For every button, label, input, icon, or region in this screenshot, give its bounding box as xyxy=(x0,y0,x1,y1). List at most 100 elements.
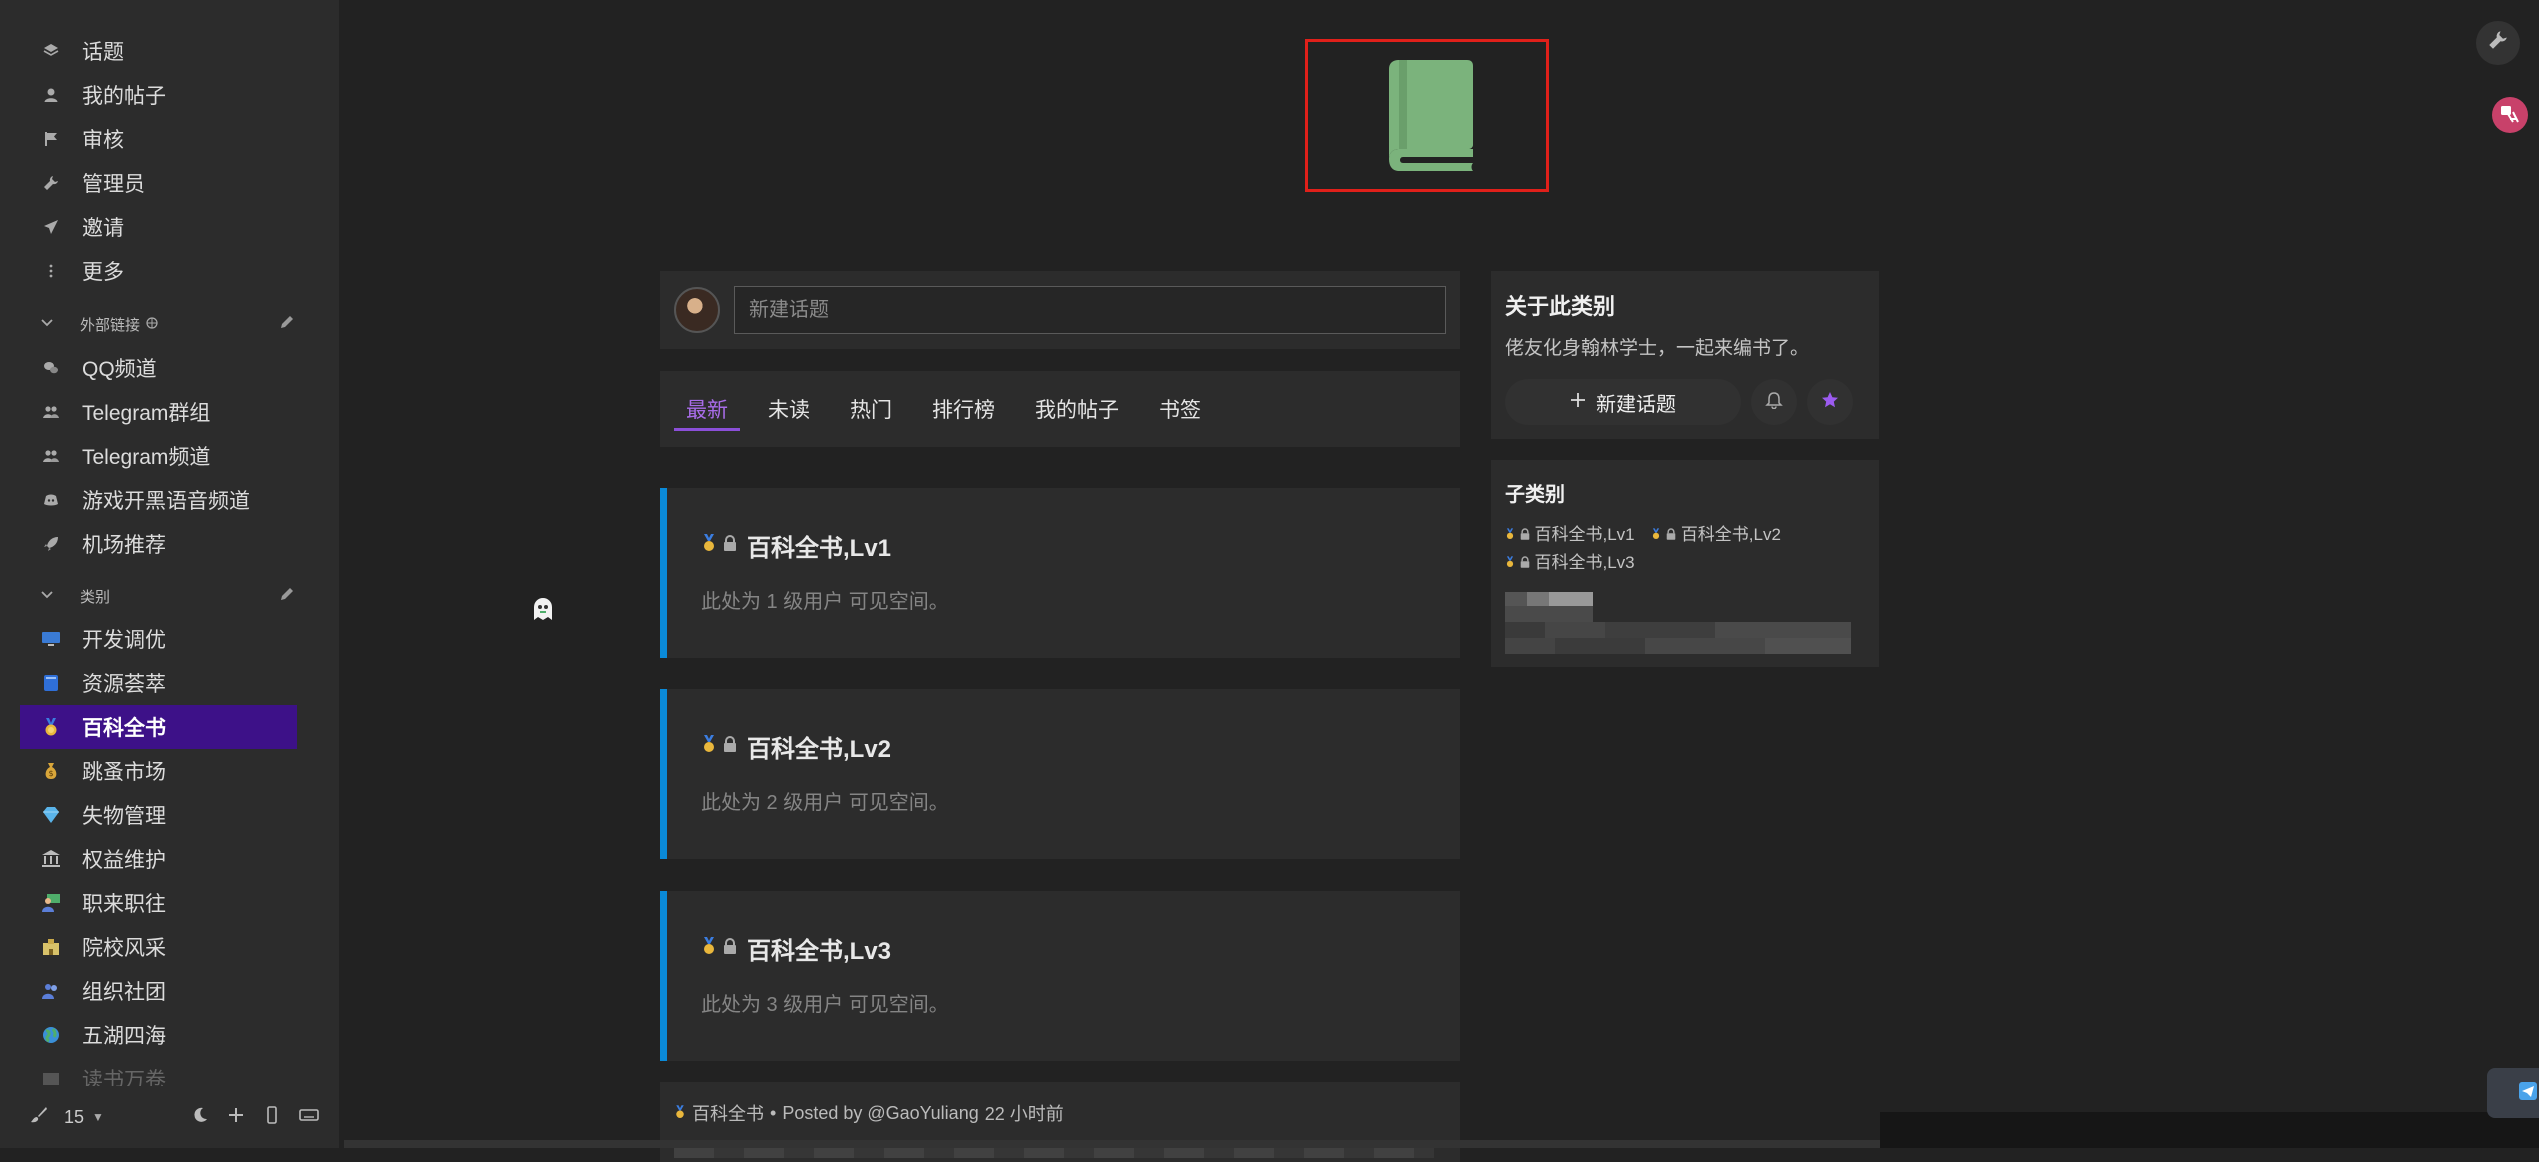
edit-pencil-icon[interactable] xyxy=(279,314,295,335)
moon-icon[interactable] xyxy=(191,1106,209,1129)
post-preview[interactable]: 百科全书 • Posted by @GaoYuliang 22 小时前 xyxy=(660,1082,1460,1162)
pixelated-content xyxy=(1505,592,1851,654)
star-icon xyxy=(1821,391,1839,414)
sidebar-item-label: 开发调优 xyxy=(82,629,166,652)
count-selector[interactable]: 15 ▼ xyxy=(64,1107,104,1128)
translate-icon xyxy=(2499,103,2521,128)
sidebar-item-qq-channel[interactable]: QQ频道 xyxy=(20,346,297,390)
bell-icon xyxy=(1765,391,1783,414)
sidebar-item-invite[interactable]: 邀请 xyxy=(20,205,297,249)
user-icon xyxy=(40,84,62,106)
subcategory-card-lv2[interactable]: 百科全书,Lv2 此处为 2 级用户 可见空间。 xyxy=(660,689,1460,859)
users-icon xyxy=(40,445,62,467)
new-topic-input[interactable] xyxy=(734,286,1446,334)
section-title: 外部链接 xyxy=(80,316,141,334)
new-topic-button[interactable]: 新建话题 xyxy=(1505,379,1741,425)
medal-icon xyxy=(40,716,62,738)
sidebar-category-encyclopedia[interactable]: 百科全书 xyxy=(20,705,297,749)
sidebar-item-review[interactable]: 审核 xyxy=(20,117,297,161)
subcategory-card-lv1[interactable]: 百科全书,Lv1 此处为 1 级用户 可见空间。 xyxy=(660,488,1460,658)
rocket-icon xyxy=(40,533,62,555)
sidebar-item-label: Telegram频道 xyxy=(82,446,211,469)
computer-icon xyxy=(40,628,62,650)
subcategory-link[interactable]: 百科全书,Lv3 xyxy=(1505,553,1641,572)
composer xyxy=(660,271,1460,349)
horizontal-scrollbar[interactable] xyxy=(344,1140,1880,1148)
sidebar-item-label: 机场推荐 xyxy=(82,534,166,557)
medal-icon xyxy=(1653,528,1660,539)
count-value: 15 xyxy=(64,1106,85,1127)
wrench-icon xyxy=(40,172,62,194)
sidebar-item-label: 邀请 xyxy=(82,217,124,240)
telegram-float-button[interactable] xyxy=(2487,1068,2539,1118)
lock-icon xyxy=(723,535,737,556)
sidebar-item-label: QQ频道 xyxy=(82,358,157,381)
more-vertical-icon xyxy=(40,260,62,282)
sidebar-item-voice-channel[interactable]: 游戏开黑语音频道 xyxy=(20,478,297,522)
sidebar-category-schools[interactable]: 院校风采 xyxy=(20,925,297,969)
about-description: 佬友化身翰林学士，一起来编书了。 xyxy=(1505,338,1810,359)
sidebar-item-label: 审核 xyxy=(82,129,124,152)
sidebar-category-flea-market[interactable]: $ 跳蚤市场 xyxy=(20,749,297,793)
sidebar-item-more[interactable]: 更多 xyxy=(20,249,297,293)
card-title: 百科全书,Lv3 xyxy=(701,931,1460,966)
sidebar-item-label: Telegram群组 xyxy=(82,402,211,425)
post-time: 22 小时前 xyxy=(984,1104,1064,1124)
medal-icon xyxy=(1506,556,1514,567)
post-author[interactable]: Posted by @GaoYuliang xyxy=(782,1103,978,1124)
notification-bell-button[interactable] xyxy=(1751,379,1797,425)
keyboard-icon[interactable] xyxy=(299,1106,319,1129)
sidebar-item-topics[interactable]: 话题 xyxy=(20,29,297,73)
sidebar-category-resources[interactable]: 资源荟萃 xyxy=(20,661,297,705)
medal-icon xyxy=(701,735,717,758)
tab-unread[interactable]: 未读 xyxy=(756,371,822,447)
subcategory-link[interactable]: 百科全书,Lv1 xyxy=(1505,525,1645,544)
post-category[interactable]: 百科全书 xyxy=(692,1100,764,1126)
subcategory-link[interactable]: 百科全书,Lv2 xyxy=(1651,525,1787,544)
tab-leaderboard[interactable]: 排行榜 xyxy=(920,371,1007,447)
globe-small-icon xyxy=(146,316,158,333)
favorite-button[interactable] xyxy=(1807,379,1853,425)
external-links-section-header[interactable]: 外部链接 xyxy=(40,306,295,342)
teacher-icon xyxy=(40,892,62,914)
card-title-text: 百科全书,Lv1 xyxy=(747,535,892,562)
sidebar-category-rights[interactable]: 权益维护 xyxy=(20,837,297,881)
tab-latest[interactable]: 最新 xyxy=(674,371,740,447)
discord-icon xyxy=(40,489,62,511)
sidebar-item-airport[interactable]: 机场推荐 xyxy=(20,522,297,566)
svg-text:$: $ xyxy=(48,769,53,778)
about-category-panel: 关于此类别 佬友化身翰林学士，一起来编书了。 新建话题 xyxy=(1491,271,1879,439)
sidebar-item-my-posts[interactable]: 我的帖子 xyxy=(20,73,297,117)
sidebar-item-telegram-channel[interactable]: Telegram频道 xyxy=(20,434,297,478)
plus-icon[interactable] xyxy=(227,1106,245,1129)
sidebar-item-label: 话题 xyxy=(82,41,124,64)
sidebar-category-dev[interactable]: 开发调优 xyxy=(20,617,297,661)
sidebar-category-clubs[interactable]: 组织社团 xyxy=(20,969,297,1013)
caret-down-icon: ▼ xyxy=(92,1110,104,1124)
comments-icon xyxy=(40,357,62,379)
card-description: 此处为 3 级用户 可见空间。 xyxy=(701,994,949,1016)
users-icon xyxy=(40,401,62,423)
medal-icon xyxy=(674,1103,686,1124)
brush-icon[interactable] xyxy=(30,1106,48,1129)
sidebar-item-label: 职来职往 xyxy=(82,893,166,916)
edit-pencil-icon[interactable] xyxy=(279,586,295,607)
mobile-icon[interactable] xyxy=(263,1105,281,1129)
tab-hot[interactable]: 热门 xyxy=(838,371,904,447)
medal-icon xyxy=(701,937,717,960)
sidebar-category-jobs[interactable]: 职来职往 xyxy=(20,881,297,925)
subcategory-card-lv3[interactable]: 百科全书,Lv3 此处为 3 级用户 可见空间。 xyxy=(660,891,1460,1061)
sidebar-category-lost-found[interactable]: 失物管理 xyxy=(20,793,297,837)
admin-wrench-button[interactable] xyxy=(2476,21,2520,65)
tab-bookmarks[interactable]: 书签 xyxy=(1147,371,1213,447)
layers-icon xyxy=(40,40,62,62)
topic-tabs: 最新 未读 热门 排行榜 我的帖子 书签 xyxy=(660,371,1460,447)
translate-button[interactable] xyxy=(2492,97,2528,133)
sidebar-item-label: 百科全书 xyxy=(82,717,166,740)
categories-section-header[interactable]: 类别 xyxy=(40,578,295,614)
avatar[interactable] xyxy=(674,287,720,333)
sidebar-item-admin[interactable]: 管理员 xyxy=(20,161,297,205)
sidebar-item-telegram-group[interactable]: Telegram群组 xyxy=(20,390,297,434)
tab-my-posts[interactable]: 我的帖子 xyxy=(1023,371,1131,447)
sidebar-category-worldwide[interactable]: 五湖四海 xyxy=(20,1013,297,1057)
